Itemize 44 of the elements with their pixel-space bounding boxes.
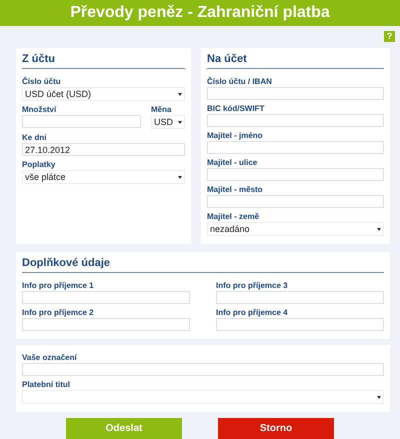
section-heading: Doplňkové údaje: [22, 256, 384, 273]
input-field[interactable]: [22, 291, 190, 304]
dropdown[interactable]: nezadáno: [207, 222, 384, 236]
input-field[interactable]: [22, 363, 384, 376]
field-label: Info pro příjemce 3: [216, 281, 289, 290]
field-label: Číslo účtu: [22, 77, 62, 86]
caret-icon: [377, 228, 381, 230]
input-field[interactable]: [216, 291, 384, 304]
caret-icon: [178, 176, 182, 178]
field-label: Info pro příjemce 1: [22, 281, 95, 290]
field-label: Vaše označení: [22, 353, 78, 362]
field-label: Majitel - země: [207, 212, 260, 221]
input-field[interactable]: [216, 318, 384, 331]
caret-icon: [377, 396, 381, 398]
section-heading: Z účtu: [22, 52, 185, 69]
input-field[interactable]: [22, 318, 190, 331]
input-field[interactable]: [207, 195, 384, 208]
caret-icon: [178, 92, 182, 96]
field-label: Info pro příjemce 4: [216, 308, 289, 317]
dropdown[interactable]: USD: [151, 115, 185, 129]
input-field[interactable]: [207, 141, 384, 154]
section-heading: Na účet: [207, 52, 384, 69]
field-label: Info pro příjemce 2: [22, 308, 95, 317]
field-label: Ke dni: [22, 133, 48, 142]
field-label: Číslo účtu / IBAN: [207, 77, 273, 86]
input-field[interactable]: 27.10.2012: [22, 143, 185, 156]
dropdown[interactable]: [22, 390, 384, 404]
caret-icon: [178, 120, 182, 124]
field-label: Platební titul: [22, 380, 71, 389]
page-title: Převody peněz - Zahraniční platba: [0, 0, 400, 26]
field-label: BIC kód/SWIFT: [207, 104, 266, 113]
field-label: Měna: [151, 105, 172, 114]
field-label: Majitel - město: [207, 185, 264, 194]
field-label: Množství: [22, 105, 58, 114]
cancel-button[interactable]: Storno: [218, 418, 334, 439]
input-field[interactable]: [207, 114, 384, 127]
dropdown[interactable]: USD účet (USD): [22, 87, 185, 101]
dropdown[interactable]: vše plátce: [22, 170, 185, 184]
field-label: Poplatky: [22, 160, 56, 169]
input-field[interactable]: [207, 87, 384, 100]
field-label: Majitel - ulice: [207, 158, 258, 167]
field-label: Majitel - jméno: [207, 131, 264, 140]
input-field[interactable]: [22, 115, 141, 128]
input-field[interactable]: [207, 168, 384, 181]
